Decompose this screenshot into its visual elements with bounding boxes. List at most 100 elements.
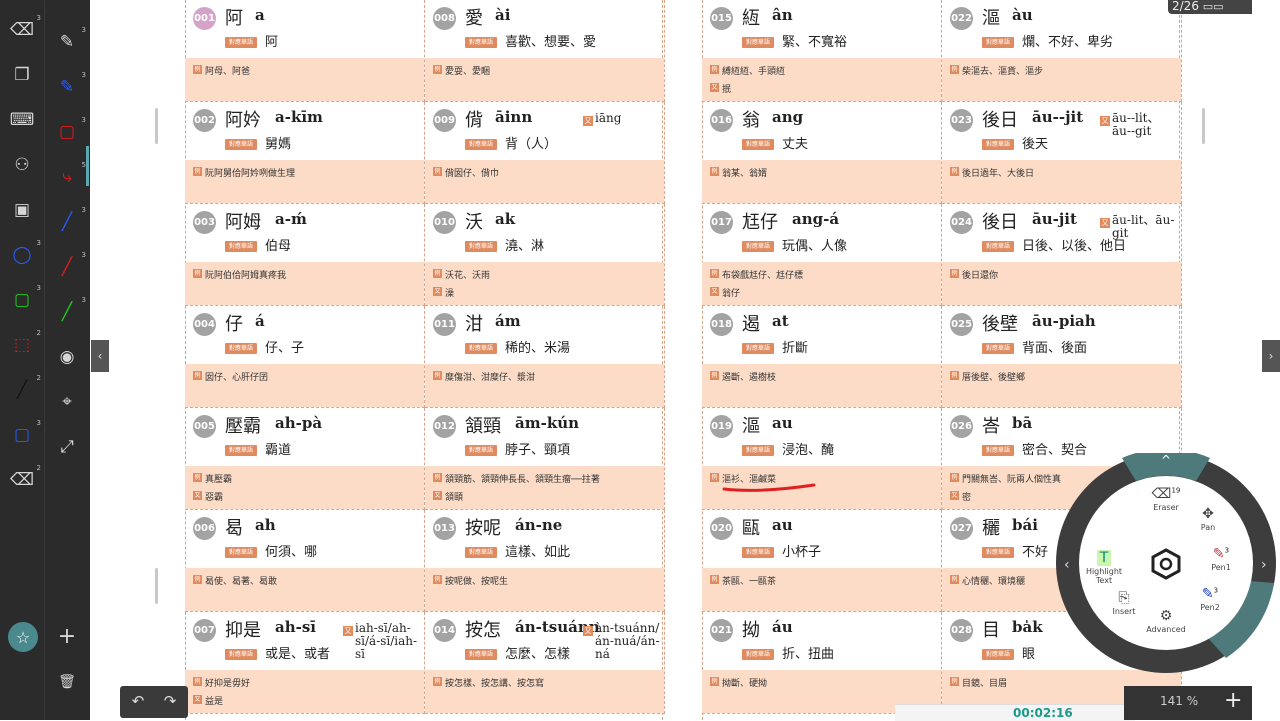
- entry-number: 024: [950, 211, 973, 234]
- ellipse-blue-tool-button[interactable]: ◯ 3: [8, 239, 41, 269]
- tool-badge: 3: [36, 419, 41, 427]
- dictionary-entry: 016 翁 ang 對應華語 丈夫例翁某、翁婿: [702, 102, 942, 204]
- expand-tool-button[interactable]: ⤢: [53, 433, 81, 461]
- wheel-pan[interactable]: ✥ Pan: [1183, 506, 1233, 532]
- wheel-highlight-text[interactable]: T Highlight Text: [1079, 550, 1129, 585]
- entry-examples: 例翁某、翁婿: [702, 160, 941, 203]
- entry-romanization: a: [255, 6, 265, 24]
- binoculars-tool-button[interactable]: ⚇: [8, 151, 36, 179]
- entry-number: 006: [193, 517, 216, 540]
- example-text: 門關無峇、阮兩人個性真: [962, 475, 1062, 485]
- tool-badge: 3: [81, 251, 86, 259]
- entry-tag: 對應華語: [982, 445, 1014, 456]
- delete-tool-button[interactable]: 🗑: [53, 668, 81, 696]
- zoom-in-icon[interactable]: +: [1224, 688, 1242, 713]
- entry-romanization: au: [772, 414, 793, 432]
- prev-page-button[interactable]: ‹: [91, 340, 109, 372]
- rect-red-tool-button[interactable]: ▢ 3: [53, 116, 86, 146]
- redo-button[interactable]: ↷: [160, 692, 180, 710]
- pen2-label: Pen2: [1200, 603, 1220, 612]
- status-time: 00:02:16: [1013, 706, 1073, 720]
- wheel-left-arrow[interactable]: ‹: [1064, 557, 1070, 573]
- example-mark: 例: [710, 167, 719, 176]
- wheel-advanced[interactable]: ⚙ Advanced: [1141, 608, 1191, 634]
- pages-icon[interactable]: ▭▭: [1203, 0, 1224, 13]
- line-blue-tool-button[interactable]: ╱ 3: [53, 206, 86, 236]
- dictionary-entry: 003 阿姆 a-ḿ 對應華語 伯母例阮阿伯佮阿姆真疼我: [185, 204, 425, 306]
- entry-head: 018 遏 at 對應華語 折斷: [702, 306, 941, 364]
- wheel-center-hexagon[interactable]: [1150, 548, 1182, 580]
- entry-examples: 例厝後壁、後壁鄉: [942, 364, 1181, 407]
- ellipse-blue-icon: ◯: [12, 245, 32, 265]
- entry-head: 005 壓霸 ah-pà 對應華語 霸道: [185, 408, 424, 466]
- wheel-right-arrow[interactable]: ›: [1261, 557, 1267, 573]
- rect-green-tool-button[interactable]: ▢ 3: [8, 284, 41, 314]
- pen-blue-tool-button[interactable]: ✎ 3: [53, 71, 86, 101]
- dictionary-entry: 023 後日 āu--jit 對應華語 後天 又 āu--lı̍t、āu--git 例後日過年…: [942, 102, 1182, 204]
- entry-number: 010: [433, 211, 456, 234]
- tool-badge: 3: [36, 284, 41, 292]
- example-text: 厝後壁、後壁鄉: [962, 373, 1026, 383]
- entry-number: 020: [710, 517, 733, 540]
- line-red-tool-button[interactable]: ╱ 3: [53, 251, 86, 281]
- entry-alt-pronunciation: āu-lit、āu-git: [1112, 213, 1175, 240]
- entry-number: 002: [193, 109, 216, 132]
- eraser-icon: ⌫: [9, 20, 35, 40]
- wheel-up-arrow[interactable]: ^: [1161, 453, 1171, 467]
- copy-tool-button[interactable]: ❐: [8, 61, 36, 89]
- entry-tag: 對應華語: [225, 445, 257, 456]
- dictionary-entry: 025 後壁 āu-piah 對應華語 背面、後面例厝後壁、後壁鄉: [942, 306, 1182, 408]
- favorite-star-button[interactable]: ☆: [8, 622, 38, 652]
- example-mark: 例: [433, 371, 442, 380]
- entry-number: 026: [950, 415, 973, 438]
- entry-examples: 例縛絚絚、手頭絚又抿: [702, 58, 941, 101]
- undo-button[interactable]: ↶: [128, 692, 148, 710]
- example-mark: 例: [193, 677, 202, 686]
- curve-red-tool-button[interactable]: ⤷ 5: [53, 161, 86, 191]
- next-page-button[interactable]: ›: [1262, 340, 1280, 372]
- line-black-icon: ╱: [16, 380, 28, 400]
- insert-icon: ⎘: [1118, 590, 1130, 606]
- rect-red-dashed-tool-button[interactable]: ⬚ 2: [8, 329, 41, 359]
- dictionary-entry: 020 甌 au 對應華語 小杯子例茶甌、一甌茶: [702, 510, 942, 612]
- entry-examples: 例後日還你: [942, 262, 1181, 305]
- entry-number: 016: [710, 109, 733, 132]
- wheel-pen1[interactable]: ✎3 Pen1: [1196, 546, 1246, 572]
- entry-meaning: 伯母: [265, 239, 292, 254]
- entry-number: 009: [433, 109, 456, 132]
- entry-romanization: a-kīm: [275, 108, 323, 126]
- entry-romanization: ām-kún: [515, 414, 580, 432]
- example-text: 糜傷泔、泔糜仔、漿泔: [445, 373, 536, 383]
- example-text: 阮阿伯佮阿姆真疼我: [205, 271, 287, 281]
- dictionary-entry: 006 曷 ah 對應華語 何須、哪例曷使、曷著、曷敢: [185, 510, 425, 612]
- entry-hanzi: 阿妗: [225, 110, 261, 131]
- zoom-control[interactable]: 141 % +: [1124, 686, 1252, 720]
- pen-gray-tool-button[interactable]: ✎ 3: [53, 26, 86, 56]
- crosshair-tool-button[interactable]: ⌖: [53, 388, 81, 416]
- eraser-tool-button[interactable]: ⌫ 3: [8, 14, 41, 44]
- example-mark: 例: [193, 167, 202, 176]
- rect-blue-tool-button[interactable]: ▢ 3: [8, 419, 41, 449]
- entry-head: 011 泔 ám 對應華語 稀的、米湯: [425, 306, 664, 364]
- eraser-small-tool-button[interactable]: ⌫ 2: [8, 464, 41, 494]
- camera-tool-button[interactable]: ◉: [53, 343, 81, 371]
- camera-icon: ◉: [59, 347, 75, 367]
- entry-number: 025: [950, 313, 973, 336]
- line-green-tool-button[interactable]: ╱ 3: [53, 296, 86, 326]
- entry-number: 028: [950, 619, 973, 642]
- line-black-tool-button[interactable]: ╱ 2: [8, 374, 41, 404]
- example-mark: 例: [950, 473, 959, 482]
- example-mark: 例: [710, 371, 719, 380]
- wheel-pen2[interactable]: ✎3 Pen2: [1185, 586, 1235, 612]
- example-mark: 例: [193, 371, 202, 380]
- entry-number: 005: [193, 415, 216, 438]
- example-text: 按呢做、按呢生: [445, 577, 509, 587]
- save-tool-button[interactable]: ▣: [8, 196, 36, 224]
- toolbar-divider: [44, 0, 45, 720]
- add-tool-button[interactable]: +: [53, 622, 81, 650]
- entry-hanzi: 遏: [742, 314, 760, 335]
- entry-hanzi: 穲: [982, 518, 1000, 539]
- entry-hanzi: 後日: [982, 110, 1018, 131]
- entry-tag: 對應華語: [465, 139, 497, 150]
- keyboard-tool-button[interactable]: ⌨: [8, 106, 36, 134]
